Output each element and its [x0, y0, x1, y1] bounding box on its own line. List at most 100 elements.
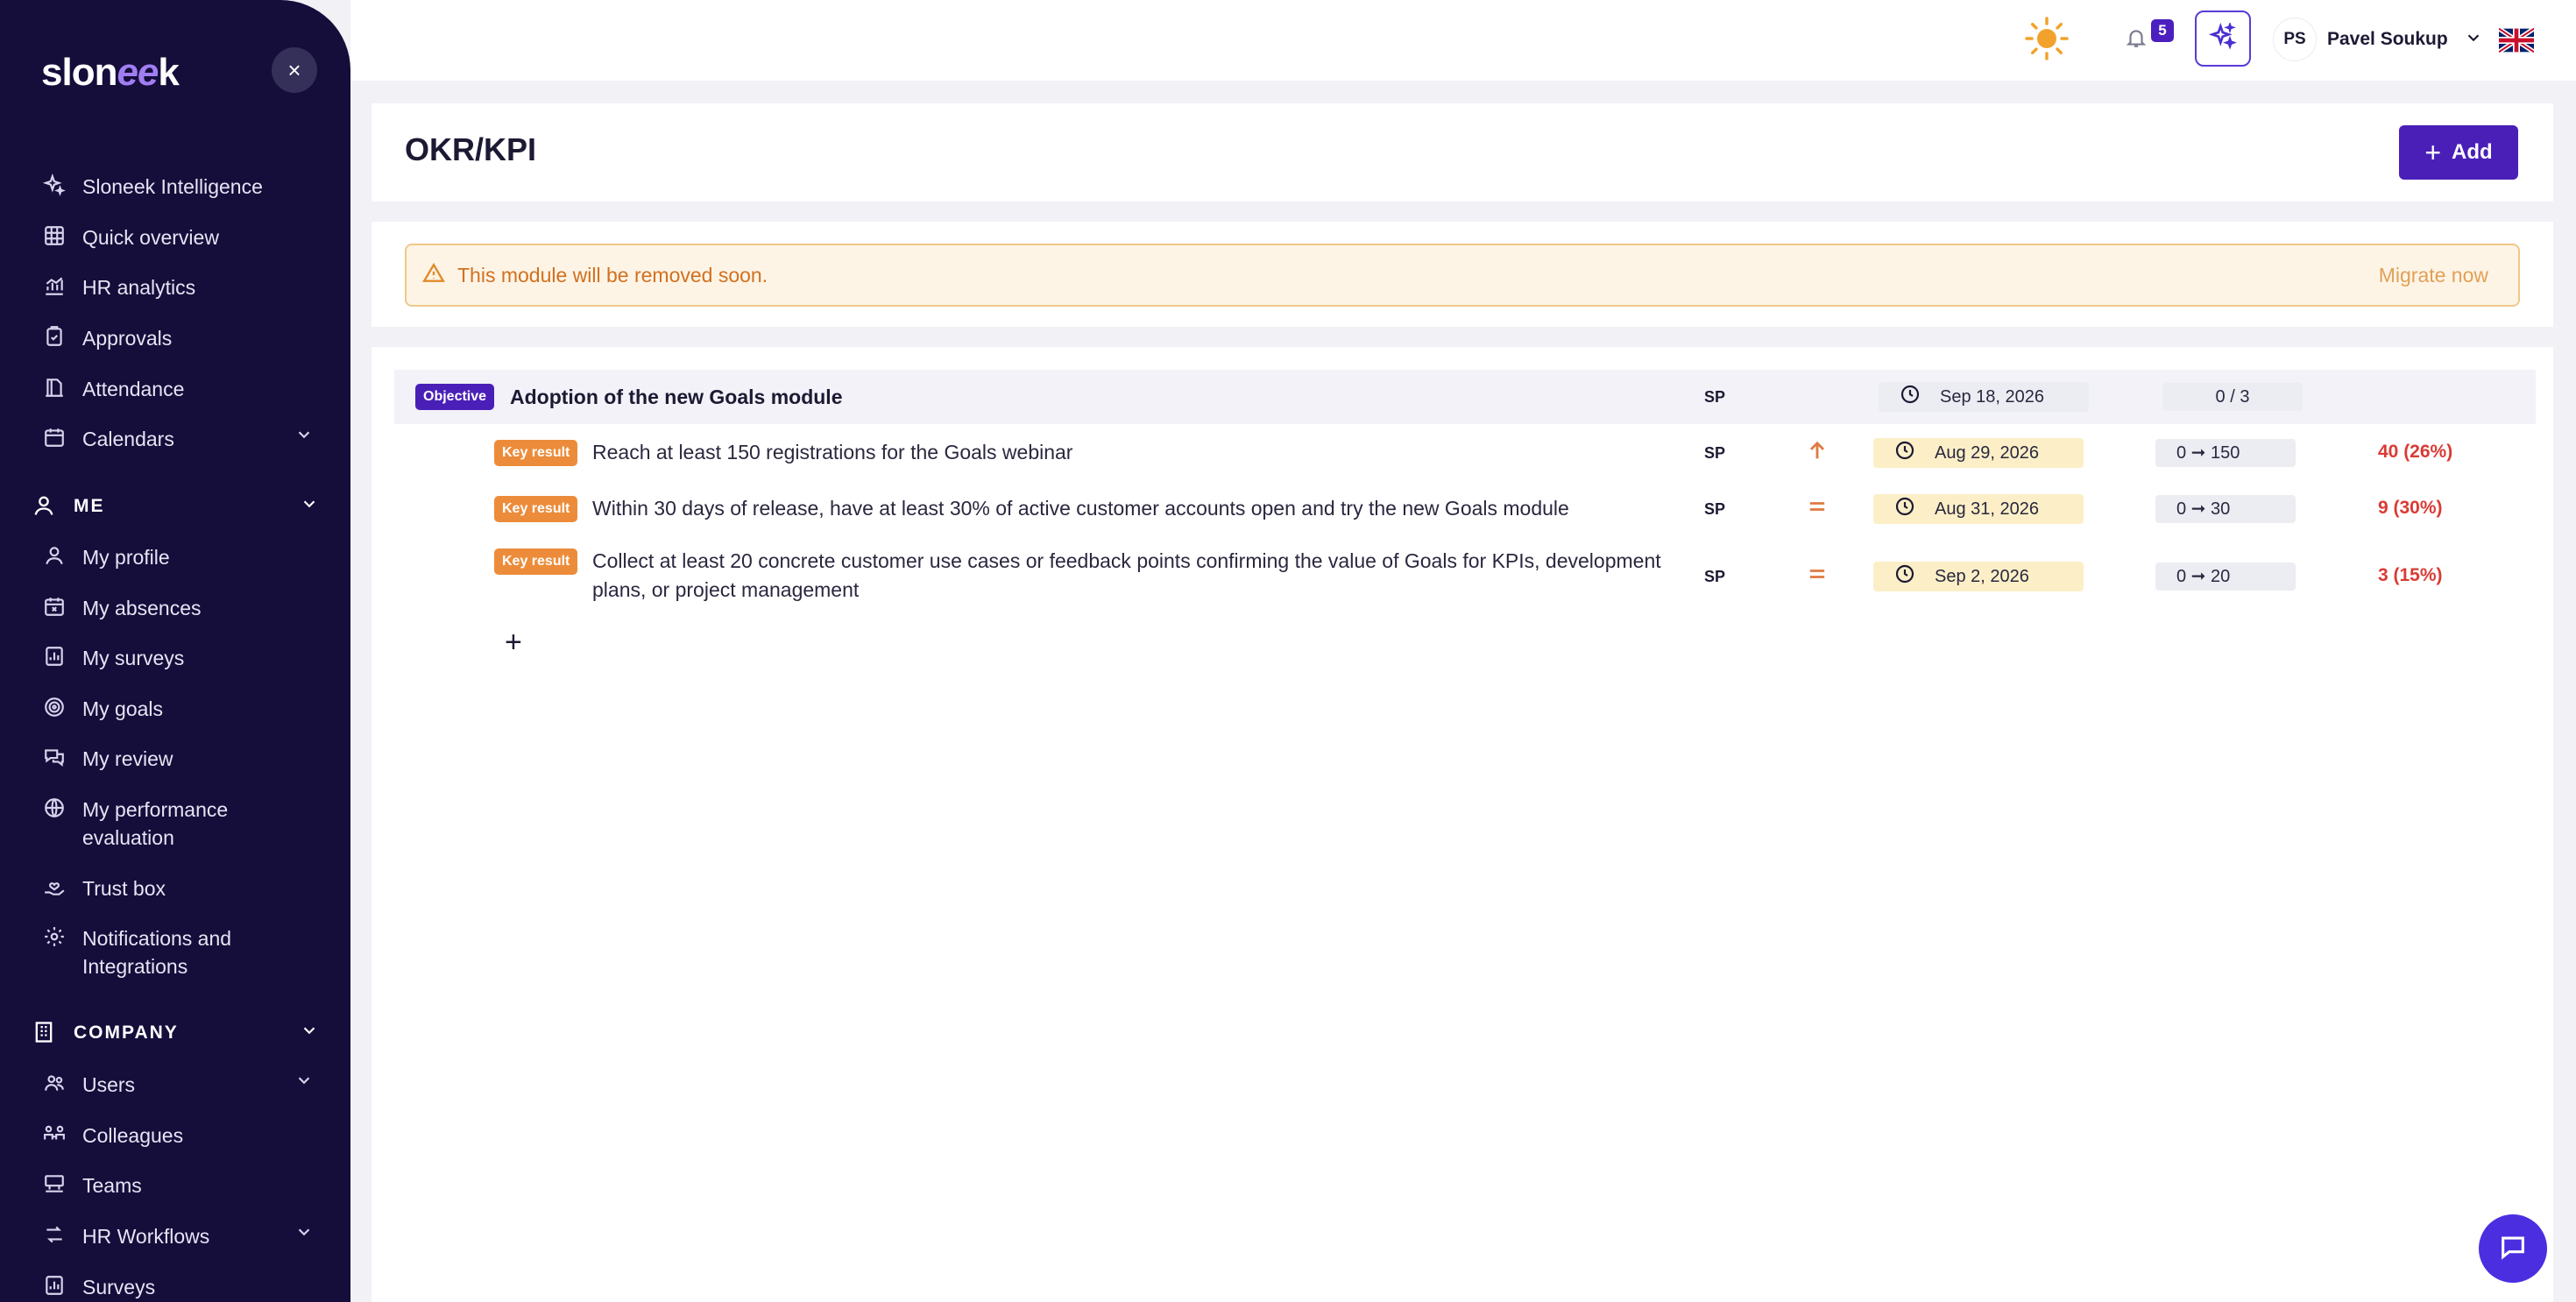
key-result-deadline-text: Sep 2, 2026 [1935, 566, 2029, 586]
clock-icon [1894, 440, 1935, 466]
sidebar-item-trust-box[interactable]: Trust box [42, 874, 314, 902]
user-menu[interactable]: PS Pavel Soukup [2273, 18, 2483, 61]
sidebar-item-surveys[interactable]: Surveys [42, 1273, 314, 1301]
sidebar-item-label: Trust box [82, 877, 166, 900]
sloneek-logo[interactable]: sloneek [41, 51, 180, 95]
clock-icon [1900, 384, 1940, 410]
user-name: Pavel Soukup [2327, 29, 2448, 49]
trend-up-arrow-icon [1805, 438, 1831, 464]
calendar-x-icon [42, 594, 67, 619]
ai-assistant-button[interactable] [2195, 11, 2251, 67]
sidebar-item-colleagues[interactable]: Colleagues [42, 1122, 314, 1150]
theme-toggle-sun-icon[interactable] [2024, 16, 2070, 61]
users-icon [42, 1071, 67, 1095]
sidebar-item-my-surveys[interactable]: My surveys [42, 644, 314, 672]
sidebar-item-label: My profile [82, 546, 170, 569]
chevron-down-icon[interactable] [294, 425, 314, 449]
key-result-current-value[interactable]: 3 (15%) [2378, 565, 2443, 586]
sidebar-item-label: My performance evaluation [82, 798, 229, 849]
sidebar-item-my-absences[interactable]: My absences [42, 594, 314, 622]
objective-deadline[interactable]: Sep 18, 2026 [1879, 382, 2089, 412]
chat-bubble-icon [2498, 1232, 2528, 1266]
sidebar-item-label: Attendance [82, 378, 185, 400]
key-result-title[interactable]: Within 30 days of release, have at least… [592, 494, 1688, 523]
survey-icon [42, 644, 67, 669]
key-result-current-value[interactable]: 9 (30%) [2378, 498, 2443, 519]
chat-bubbles-icon [42, 745, 67, 769]
key-result-owner-avatar[interactable]: SP [1698, 436, 1731, 470]
key-result-deadline-text: Aug 29, 2026 [1935, 442, 2039, 463]
calendar-icon [42, 425, 67, 449]
sidebar-item-label: Colleagues [82, 1124, 184, 1147]
close-sidebar-button[interactable]: × [272, 47, 317, 93]
page-title: OKR/KPI [405, 131, 537, 167]
warning-triangle-icon [422, 262, 445, 289]
sidebar-item-my-performance-evaluation[interactable]: My performance evaluation [42, 796, 314, 852]
sidebar-item-calendars[interactable]: Calendars [42, 425, 314, 453]
sidebar-item-notifications-integrations[interactable]: Notifications and Integrations [42, 924, 314, 980]
sidebar-item-label: Approvals [82, 327, 173, 350]
clock-icon [1894, 563, 1935, 590]
key-result-tag: Key result [494, 440, 578, 466]
sidebar-item-hr-workflows[interactable]: HR Workflows [42, 1222, 314, 1250]
sidebar-item-my-goals[interactable]: My goals [42, 695, 314, 723]
building-icon [32, 1020, 58, 1046]
sidebar-item-label: My goals [82, 697, 164, 720]
logo-text-right: k [158, 51, 180, 94]
section-me[interactable]: ME [32, 493, 319, 520]
page-header-card: OKR/KPI + Add [372, 103, 2553, 202]
globe-icon [42, 796, 67, 820]
sidebar-item-label: Users [82, 1073, 136, 1096]
chat-support-button[interactable] [2479, 1214, 2547, 1283]
sidebar-item-quick-overview[interactable]: Quick overview [42, 223, 314, 251]
sidebar-item-approvals[interactable]: Approvals [42, 324, 314, 352]
key-result-tag: Key result [494, 548, 578, 575]
key-result-range: 0 ➞ 20 [2155, 563, 2296, 591]
section-company[interactable]: COMPANY [32, 1020, 319, 1046]
objective-deadline-text: Sep 18, 2026 [1940, 386, 2044, 407]
chevron-down-icon[interactable] [300, 1021, 319, 1045]
alert-card: This module will be removed soon. Migrat… [372, 222, 2553, 327]
key-result-title[interactable]: Collect at least 20 concrete customer us… [592, 547, 1688, 605]
sidebar-item-users[interactable]: Users [42, 1071, 314, 1099]
objective-tag: Objective [415, 384, 495, 410]
chevron-down-icon[interactable] [294, 1071, 314, 1095]
teams-icon [42, 1171, 67, 1196]
key-result-owner-avatar[interactable]: SP [1698, 560, 1731, 593]
okr-list-card: Objective Adoption of the new Goals modu… [372, 347, 2553, 1302]
sparkle-icon [2208, 20, 2237, 55]
objective-owner-avatar[interactable]: SP [1698, 380, 1731, 414]
key-result-deadline[interactable]: Aug 31, 2026 [1873, 494, 2084, 524]
sidebar-item-label: Surveys [82, 1276, 156, 1298]
sidebar-item-my-profile[interactable]: My profile [42, 543, 314, 571]
trend-equal-icon [1805, 494, 1831, 520]
key-result-deadline[interactable]: Aug 29, 2026 [1873, 438, 2084, 468]
chevron-down-icon[interactable] [294, 1222, 314, 1247]
key-result-title[interactable]: Reach at least 150 registrations for the… [592, 438, 1688, 467]
chevron-down-icon [2464, 28, 2483, 52]
key-result-owner-avatar[interactable]: SP [1698, 492, 1731, 526]
objective-progress: 0 / 3 [2162, 383, 2303, 411]
key-result-range: 0 ➞ 150 [2155, 439, 2296, 467]
objective-title[interactable]: Adoption of the new Goals module [510, 386, 843, 409]
notifications-bell-icon[interactable] [2125, 26, 2151, 53]
sidebar-item-attendance[interactable]: Attendance [42, 375, 314, 403]
migrate-now-link[interactable]: Migrate now [2379, 264, 2488, 287]
sidebar-item-sloneek-intelligence[interactable]: Sloneek Intelligence [42, 173, 314, 201]
add-key-result-button[interactable]: + [505, 627, 522, 657]
sidebar-item-label: Calendars [82, 428, 174, 450]
chevron-down-icon[interactable] [300, 494, 319, 519]
sidebar-item-teams[interactable]: Teams [42, 1171, 314, 1199]
add-button[interactable]: + Add [2399, 125, 2518, 180]
clock-icon [1894, 496, 1935, 522]
sidebar-item-my-review[interactable]: My review [42, 745, 314, 773]
key-result-range: 0 ➞ 30 [2155, 495, 2296, 523]
user-icon [32, 493, 58, 520]
survey-icon [42, 1273, 67, 1298]
key-result-current-value[interactable]: 40 (26%) [2378, 442, 2452, 463]
key-result-deadline[interactable]: Sep 2, 2026 [1873, 562, 2084, 591]
sidebar-item-hr-analytics[interactable]: HR analytics [42, 273, 314, 301]
alert-text: This module will be removed soon. [457, 263, 768, 287]
uk-flag-icon[interactable] [2497, 26, 2536, 54]
trend-equal-icon [1805, 562, 1831, 588]
